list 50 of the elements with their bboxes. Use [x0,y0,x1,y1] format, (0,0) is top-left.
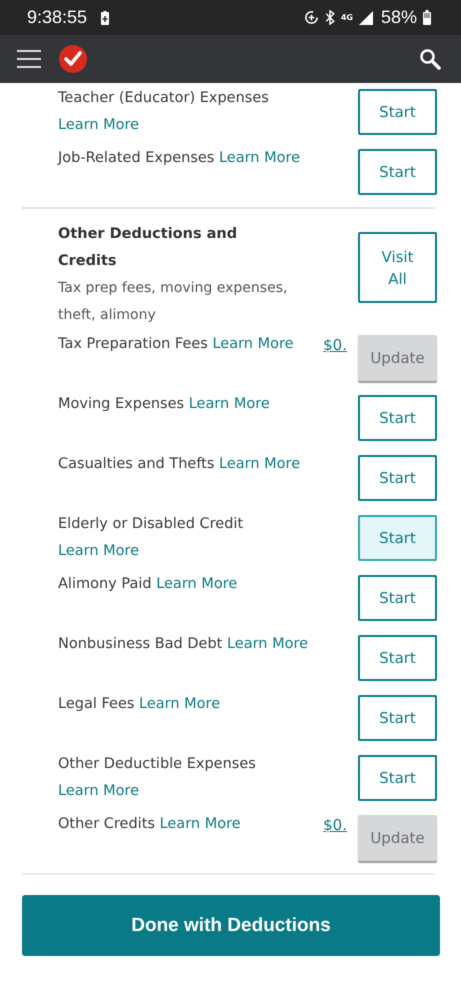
battery-icon [423,10,431,25]
learn-more-link[interactable]: Learn More [160,816,241,832]
visit-all-button[interactable]: Visit All [358,232,437,303]
start-button[interactable]: Start [358,695,437,741]
start-button[interactable]: Start [358,149,437,195]
section-description: Tax prep fees, moving expenses, theft, alimony [58,279,288,325]
start-button[interactable]: Start [358,455,437,501]
learn-more-link[interactable]: Learn More [226,636,308,652]
amount-link[interactable]: $0. [323,811,347,840]
learn-more-link[interactable]: Learn More [58,543,140,559]
deduction-label: Teacher (Educator) Expenses Learn More [58,89,270,135]
learn-more-link[interactable]: Learn More [58,783,140,799]
learn-more-link[interactable]: Learn More [139,696,220,712]
start-button[interactable]: Start [358,515,437,561]
deduction-label: Moving Expenses Learn More [58,395,271,414]
deduction-label: Alimony Paid Learn More [58,575,238,594]
deduction-label: Other Deductible Expenses Learn More [58,755,257,801]
section-title: Other Deductions and Credits [58,225,238,271]
start-button[interactable]: Start [358,395,437,441]
deduction-label: Tax Preparation Fees Learn More [58,335,295,354]
bluetooth-icon [324,10,335,25]
amount-link[interactable]: $0. [323,331,347,360]
data-saver-icon [304,10,319,25]
learn-more-link[interactable]: Learn More [212,336,294,352]
update-button[interactable]: Update [358,335,437,381]
start-button[interactable]: Start [358,755,437,801]
start-button[interactable]: Start [358,89,437,135]
deduction-label: Legal Fees Learn More [58,695,222,714]
learn-more-link[interactable]: Learn More [219,456,300,472]
learn-more-link[interactable]: Learn More [188,396,270,412]
start-button[interactable]: Start [358,635,437,681]
deduction-label: Other Credits Learn More [58,815,242,834]
learn-more-link[interactable]: Learn More [156,576,238,592]
update-button[interactable]: Update [358,815,437,861]
deduction-label: Job-Related Expenses Learn More [58,149,302,168]
learn-more-link[interactable]: Learn More [218,150,300,166]
network-label: 4G [340,13,353,22]
menu-icon[interactable] [17,49,41,69]
status-time: 9:38:55 [27,7,88,28]
search-icon[interactable] [419,48,441,70]
learn-more-link[interactable]: Learn More [58,117,140,133]
done-button[interactable]: Done with Deductions [22,895,440,956]
signal-icon [358,10,373,24]
checkmark-logo-icon [59,45,87,73]
deduction-label: Nonbusiness Bad Debt Learn More [58,635,310,654]
battery-percent: 58% [380,7,417,28]
battery-charging-icon [101,10,110,24]
deduction-label: Casualties and Thefts Learn More [58,455,302,474]
deduction-label: Elderly or Disabled Credit Learn More [58,515,244,561]
start-button[interactable]: Start [358,575,437,621]
